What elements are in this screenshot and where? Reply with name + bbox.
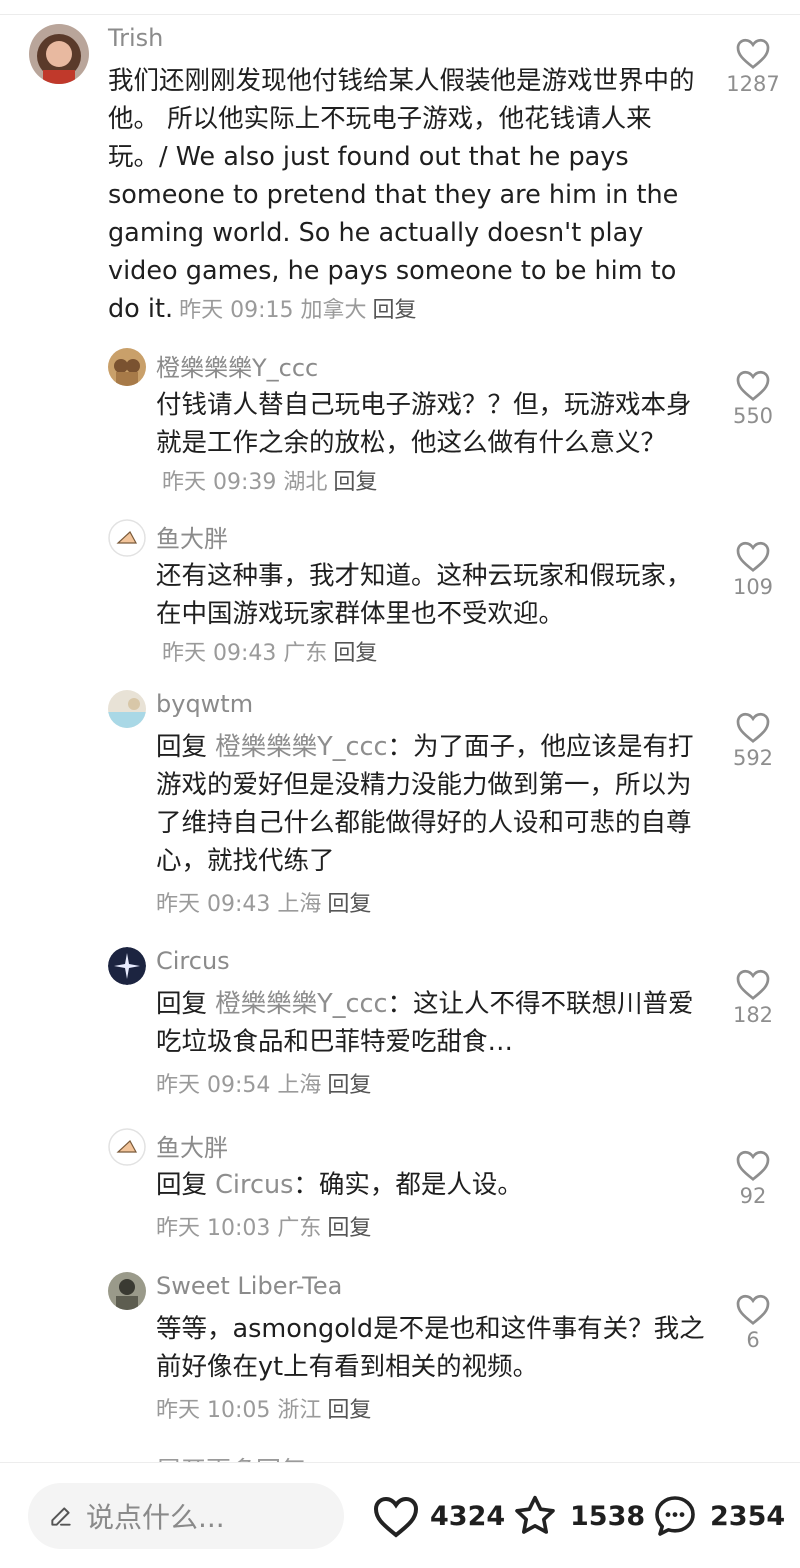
reply-meta: 昨天 10:03 广东 回复: [156, 1210, 708, 1248]
heart-icon: [736, 541, 770, 572]
reply-location: 上海: [277, 1073, 322, 1098]
reply-target-user[interactable]: 橙樂樂樂Y_ccc: [215, 989, 387, 1019]
expand-more-replies[interactable]: 展开更多回复: [156, 1452, 306, 1462]
reply-meta: 昨天 10:05 浙江 回复: [156, 1392, 708, 1430]
username[interactable]: 鱼大胖: [156, 1128, 228, 1163]
reply-text: 付钱请人替自己玩电子游戏？？但，玩游戏本身就是工作之余的放松，他这么做有什么意义…: [156, 386, 708, 502]
username[interactable]: byqwtm: [156, 690, 253, 718]
reply-meta: 昨天 09:39 湖北 回复: [162, 470, 377, 495]
reply-button[interactable]: 回复: [373, 298, 417, 323]
reply-body: ：确实，都是人设。: [293, 1170, 523, 1200]
like-count: 1287: [726, 72, 780, 96]
avatar[interactable]: [108, 348, 146, 386]
reply-location: 广东: [277, 1216, 322, 1241]
avatar[interactable]: [108, 947, 146, 985]
reply-meta: 昨天 09:43 广东 回复: [162, 641, 377, 666]
like-button[interactable]: 550: [723, 368, 783, 428]
like-count: 109: [732, 575, 774, 599]
like-button[interactable]: 109: [723, 539, 783, 599]
reply-text: 回复 Circus：确实，都是人设。 昨天 10:03 广东 回复: [156, 1166, 708, 1248]
reply-body: 付钱请人替自己玩电子游戏？？但，玩游戏本身就是工作之余的放松，他这么做有什么意义…: [156, 390, 692, 458]
comment-body: 我们还刚刚发现他付钱给某人假装他是游戏世界中的他。 所以他实际上不玩电子游戏，他…: [108, 66, 695, 324]
reply-button[interactable]: 回复: [327, 1216, 371, 1241]
reply-text: 等等，asmongold是不是也和这件事有关？我之前好像在yt上有看到相关的视频…: [156, 1310, 708, 1430]
heart-icon: [736, 969, 770, 1000]
avatar[interactable]: [108, 1272, 146, 1310]
heart-icon: [736, 38, 770, 69]
like-button[interactable]: 182: [723, 967, 783, 1027]
like-button[interactable]: 6: [723, 1292, 783, 1352]
like-count: 4324: [430, 1500, 506, 1532]
avatar[interactable]: [29, 24, 89, 84]
bottom-action-bar: 说点什么... 4324 1538 2354: [0, 1462, 800, 1568]
reply-time: 昨天 10:03: [156, 1216, 271, 1241]
heart-icon: [736, 370, 770, 401]
like-post-button[interactable]: 4324: [372, 1491, 505, 1541]
comment-time: 昨天 09:15: [179, 298, 294, 323]
reply-time: 昨天 09:54: [156, 1073, 271, 1098]
comment-meta: 昨天 09:15 加拿大 回复: [179, 298, 416, 323]
reply-target-user[interactable]: 橙樂樂樂Y_ccc: [215, 732, 387, 762]
chat-bubble-icon: [655, 1496, 695, 1536]
star-icon: [515, 1495, 555, 1534]
avatar[interactable]: [108, 1128, 146, 1166]
username[interactable]: Circus: [156, 947, 230, 975]
reply-prefix: 回复: [156, 1170, 208, 1200]
like-count: 592: [732, 746, 774, 770]
like-count: 6: [746, 1328, 760, 1352]
comment-location: 加拿大: [300, 298, 367, 323]
reply-button[interactable]: 回复: [327, 892, 371, 917]
pencil-icon: [51, 1507, 71, 1526]
like-button[interactable]: 92: [723, 1148, 783, 1208]
favorite-count: 1538: [570, 1500, 646, 1532]
reply-text: 还有这种事，我才知道。这种云玩家和假玩家，在中国游戏玩家群体里也不受欢迎。昨天 …: [156, 557, 708, 673]
reply-time: 昨天 09:39: [162, 470, 277, 495]
reply-prefix: 回复: [156, 989, 208, 1019]
reply-prefix: 回复: [156, 732, 208, 762]
reply-button[interactable]: 回复: [327, 1398, 371, 1423]
username[interactable]: Sweet Liber-Tea: [156, 1272, 342, 1300]
reply-time: 昨天 10:05: [156, 1398, 271, 1423]
reply-button[interactable]: 回复: [327, 1073, 371, 1098]
reply-button[interactable]: 回复: [333, 470, 377, 495]
heart-icon: [736, 712, 770, 743]
avatar[interactable]: [108, 519, 146, 557]
reply-location: 广东: [283, 641, 328, 666]
comment-count: 2354: [710, 1500, 786, 1532]
reply-time: 昨天 09:43: [156, 892, 271, 917]
reply-body: 还有这种事，我才知道。这种云玩家和假玩家，在中国游戏玩家群体里也不受欢迎。: [156, 561, 692, 629]
username[interactable]: 鱼大胖: [156, 519, 228, 554]
reply-body: 等等，asmongold是不是也和这件事有关？我之前好像在yt上有看到相关的视频…: [156, 1314, 705, 1382]
reply-button[interactable]: 回复: [333, 641, 377, 666]
like-button[interactable]: 1287: [723, 36, 783, 96]
like-count: 182: [732, 1003, 774, 1027]
heart-icon: [373, 1496, 419, 1538]
reply-text: 回复 橙樂樂樂Y_ccc：为了面子，他应该是有打游戏的爱好但是没精力没能力做到第…: [156, 728, 708, 924]
favorite-button[interactable]: 1538: [510, 1491, 645, 1541]
heart-icon: [736, 1150, 770, 1181]
reply-location: 湖北: [283, 470, 328, 495]
reply-target-user[interactable]: Circus: [215, 1170, 293, 1200]
comment-input[interactable]: 说点什么...: [28, 1483, 344, 1549]
reply-location: 浙江: [277, 1398, 322, 1423]
comment-button[interactable]: 2354: [650, 1491, 785, 1541]
reply-text: 回复 橙樂樂樂Y_ccc：这让人不得不联想川普爱吃垃圾食品和巴菲特爱吃甜食… 昨天…: [156, 985, 708, 1105]
like-button[interactable]: 592: [723, 710, 783, 770]
heart-icon: [736, 1294, 770, 1325]
reply-time: 昨天 09:43: [162, 641, 277, 666]
like-count: 550: [732, 404, 774, 428]
comment-text: 我们还刚刚发现他付钱给某人假装他是游戏世界中的他。 所以他实际上不玩电子游戏，他…: [108, 62, 708, 330]
username[interactable]: Trish: [108, 24, 163, 52]
reply-meta: 昨天 09:43 上海 回复: [156, 886, 708, 924]
like-count: 92: [739, 1184, 767, 1208]
reply-meta: 昨天 09:54 上海 回复: [156, 1067, 708, 1105]
username[interactable]: 橙樂樂樂Y_ccc: [156, 348, 318, 383]
comment-input-placeholder: 说点什么...: [86, 1501, 225, 1534]
top-divider: [0, 14, 800, 15]
avatar[interactable]: [108, 690, 146, 728]
reply-location: 上海: [277, 892, 322, 917]
